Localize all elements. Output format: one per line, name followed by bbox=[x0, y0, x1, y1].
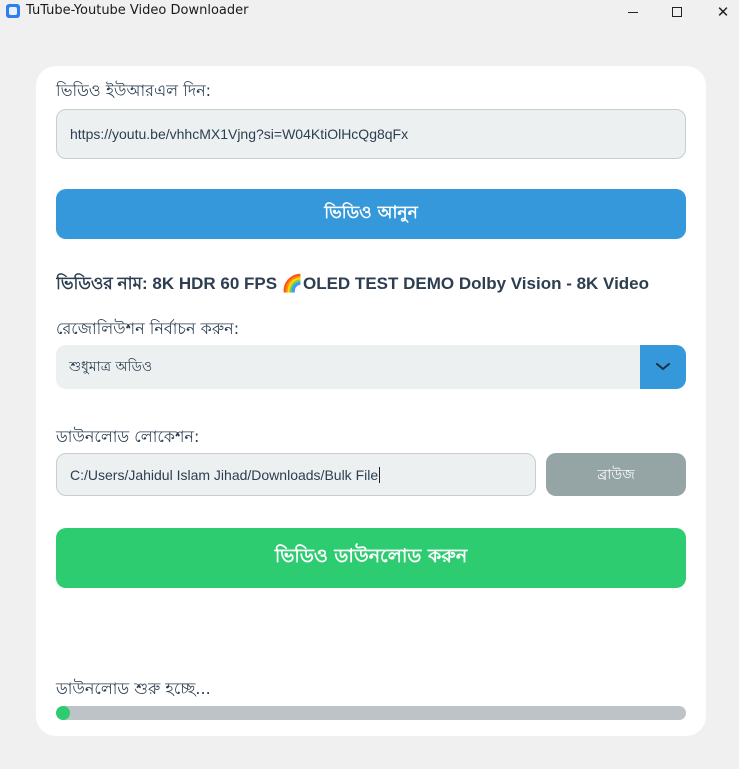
window-title: TuTube-Youtube Video Downloader bbox=[26, 3, 249, 18]
progress-bar-fill bbox=[56, 706, 70, 720]
close-icon: ✕ bbox=[716, 2, 730, 21]
status-text: ডাউনলোড শুরু হচ্ছে... bbox=[56, 679, 211, 698]
url-input[interactable]: https://youtu.be/vhhcMX1Vjng?si=W04KtiOl… bbox=[56, 109, 686, 159]
chevron-down-icon bbox=[656, 363, 670, 371]
url-input-value: https://youtu.be/vhhcMX1Vjng?si=W04KtiOl… bbox=[70, 126, 409, 142]
title-bar: TuTube-Youtube Video Downloader ✕ bbox=[0, 0, 739, 24]
close-button[interactable]: ✕ bbox=[700, 0, 739, 24]
download-button[interactable]: ভিডিও ডাউনলোড করুন bbox=[56, 528, 686, 588]
minimize-button[interactable] bbox=[610, 0, 656, 24]
text-cursor bbox=[379, 466, 381, 483]
location-label: ডাউনলোড লোকেশন: bbox=[56, 427, 200, 446]
fetch-video-button[interactable]: ভিডিও আনুন bbox=[56, 189, 686, 239]
resolution-select[interactable]: শুধুমাত্র অডিও bbox=[56, 345, 686, 389]
maximize-button[interactable] bbox=[654, 0, 700, 24]
video-name: ভিডিওর নাম: 8K HDR 60 FPS 🌈OLED TEST DEM… bbox=[56, 274, 650, 293]
maximize-icon bbox=[672, 7, 682, 17]
location-input-value: C:/Users/Jahidul Islam Jihad/Downloads/B… bbox=[70, 466, 379, 483]
url-label: ভিডিও ইউআরএল দিন: bbox=[56, 81, 212, 100]
location-input[interactable]: C:/Users/Jahidul Islam Jihad/Downloads/B… bbox=[56, 453, 536, 496]
resolution-selected-value: শুধুমাত্র অডিও bbox=[69, 359, 153, 375]
resolution-dropdown-button[interactable] bbox=[640, 345, 686, 389]
browse-button[interactable]: ব্রাউজ bbox=[546, 453, 686, 496]
minimize-icon bbox=[628, 11, 638, 13]
progress-bar bbox=[56, 706, 686, 720]
main-card: ভিডিও ইউআরএল দিন: https://youtu.be/vhhcM… bbox=[36, 66, 706, 736]
resolution-label: রেজোলিউশন নির্বাচন করুন: bbox=[56, 319, 240, 338]
app-icon bbox=[6, 4, 20, 18]
